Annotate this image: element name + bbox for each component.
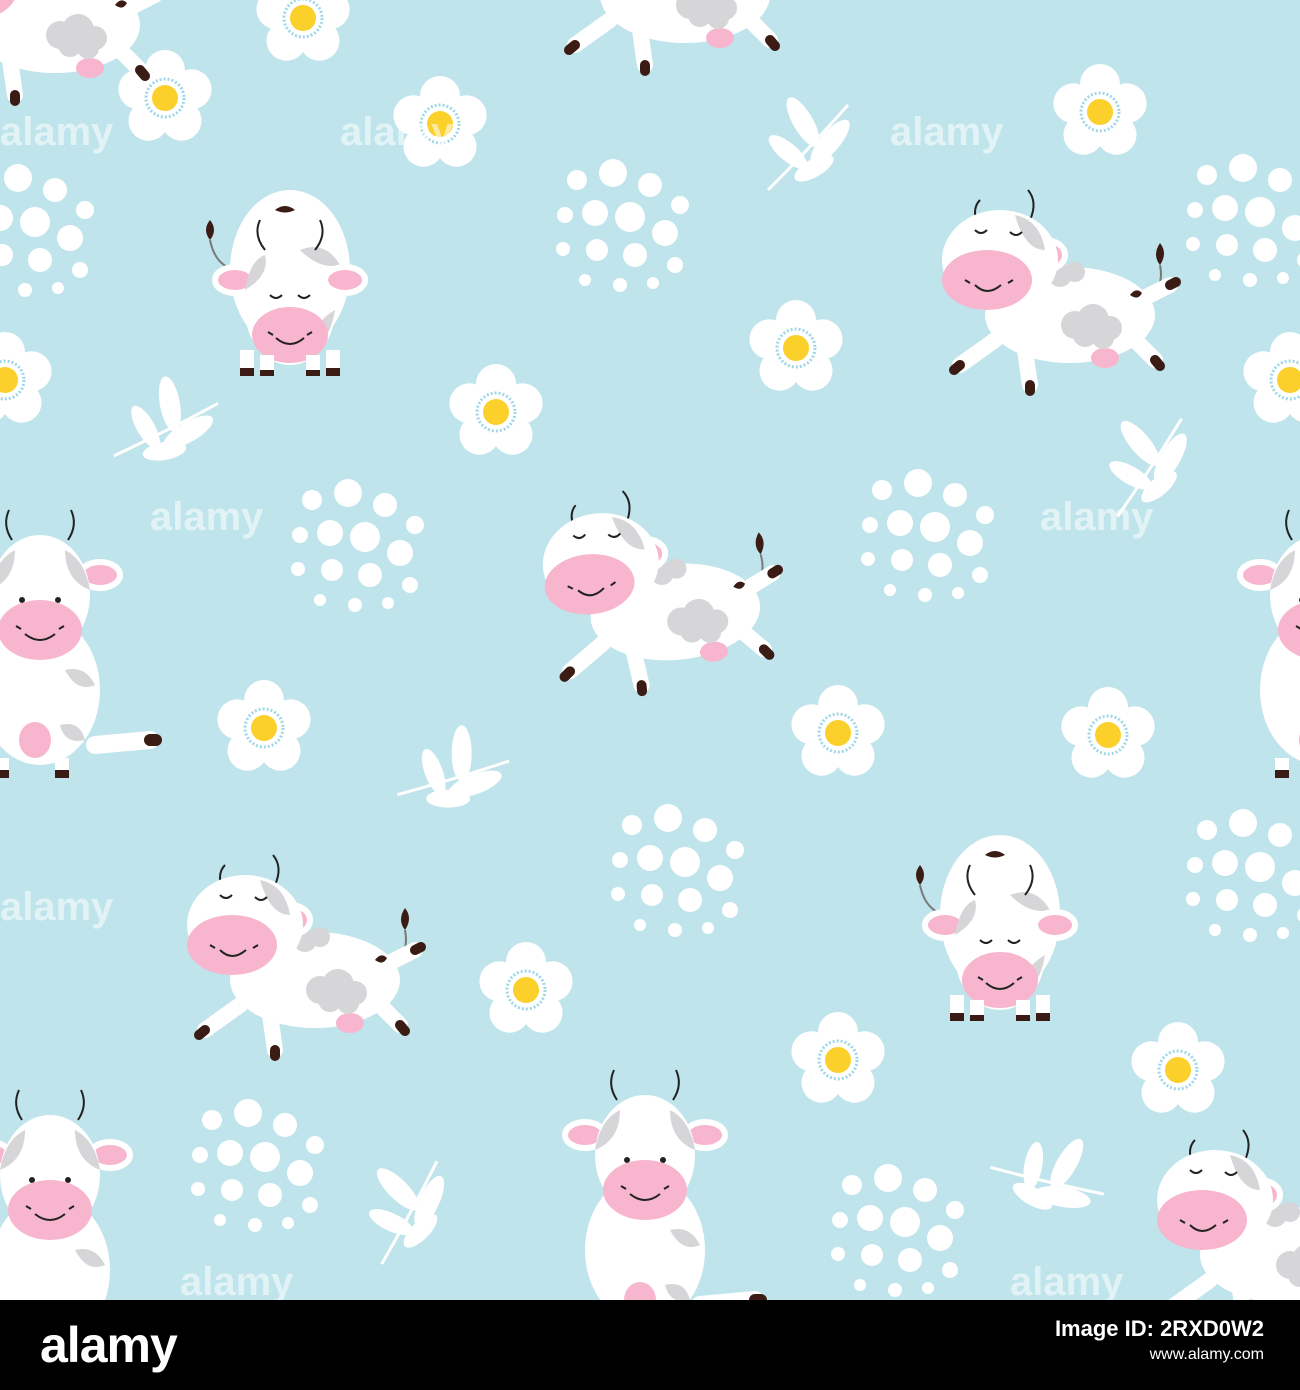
daisy-icon bbox=[254, 0, 352, 63]
watermark-text: alamy bbox=[340, 110, 454, 154]
site-url[interactable]: www.alamy.com bbox=[1055, 1344, 1264, 1366]
watermark-text: alamy bbox=[0, 885, 114, 929]
watermark-text: alamy bbox=[180, 1260, 294, 1300]
watermark-text: alamy bbox=[1010, 1260, 1124, 1300]
alamy-logo: alamy bbox=[40, 1317, 178, 1373]
watermark-text: alamy bbox=[890, 110, 1004, 154]
stock-footer-bar: alamy Image ID: 2RXD0W2 www.alamy.com bbox=[0, 1300, 1300, 1390]
watermark-text: alamy bbox=[1040, 495, 1154, 539]
image-id: Image ID: 2RXD0W2 bbox=[1054, 1316, 1264, 1341]
image-info: Image ID: 2RXD0W2 www.alamy.com bbox=[1055, 1314, 1264, 1366]
pattern-canvas: alamy alamy alamy alamy alamy alamy alam… bbox=[0, 0, 1300, 1300]
watermark-text: alamy bbox=[150, 495, 264, 539]
cow-pattern-illustration: alamy alamy alamy alamy alamy alamy alam… bbox=[0, 0, 1300, 1300]
watermark-text: alamy bbox=[0, 110, 114, 154]
